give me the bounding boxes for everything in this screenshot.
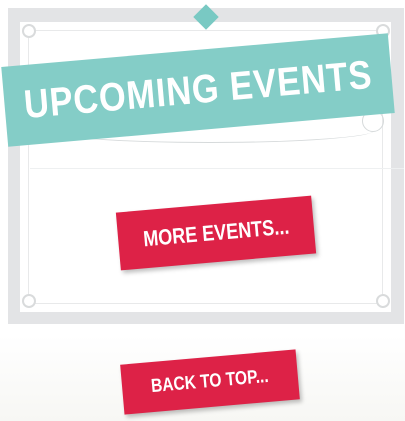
page-title: UPCOMING EVENTS bbox=[22, 52, 374, 127]
corner-ornament-top-left bbox=[22, 24, 36, 38]
corner-ornament-bottom-left bbox=[22, 294, 36, 308]
more-events-label: MORE EVENTS... bbox=[141, 213, 290, 252]
corner-ornament-bottom-right bbox=[376, 294, 390, 308]
back-to-top-label: BACK TO TOP... bbox=[150, 365, 270, 398]
divider bbox=[30, 168, 404, 169]
